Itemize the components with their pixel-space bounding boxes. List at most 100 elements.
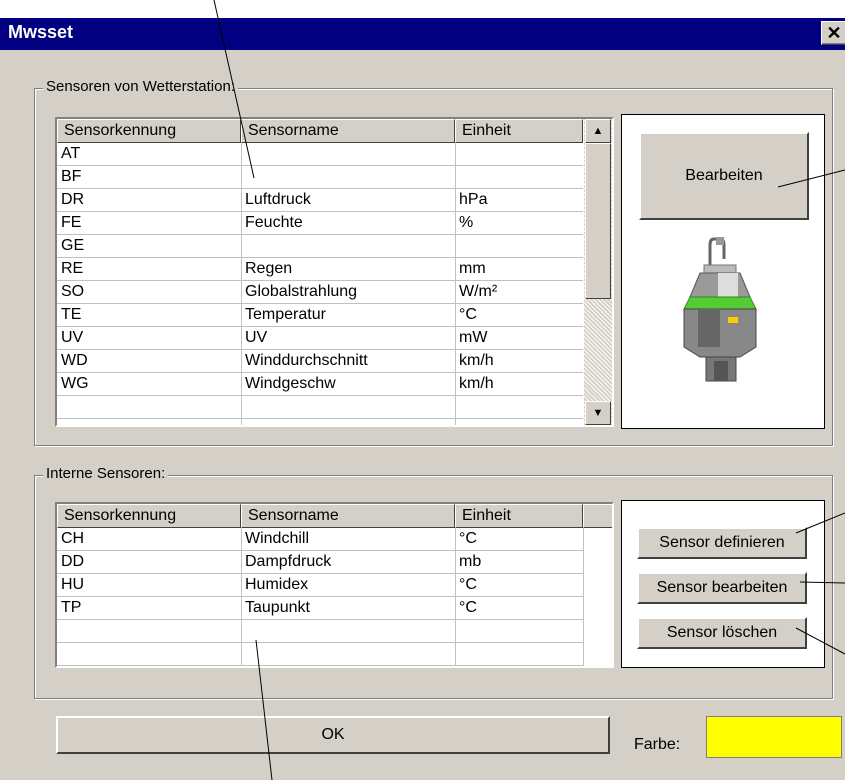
sensor-id-cell: TE [61, 306, 82, 323]
sensor-bearbeiten-label: Sensor bearbeiten [656, 579, 788, 596]
column-header-sensorkennung[interactable]: Sensorkennung [57, 119, 241, 143]
sensor-name-cell [241, 145, 455, 163]
color-swatch[interactable] [706, 716, 842, 758]
close-icon: ✕ [826, 23, 842, 43]
table-row[interactable]: AT [57, 143, 583, 163]
unit-cell: hPa [459, 191, 488, 208]
unit-cell: mm [459, 260, 486, 277]
unit-cell: km/h [459, 352, 494, 369]
scroll-up-icon: ▲ [592, 125, 604, 137]
table-row[interactable]: TE Temperatur °C [57, 304, 583, 323]
sensor-name-cell [241, 168, 455, 186]
sensor-name-cell [241, 398, 455, 416]
sensor-name-cell: Taupunkt [245, 599, 310, 616]
unit-cell [455, 145, 583, 163]
column-header-sensorname[interactable]: Sensorname [241, 119, 455, 143]
unit-cell: % [459, 214, 474, 231]
unit-cell [455, 168, 583, 186]
table-row [57, 620, 583, 638]
unit-cell: km/h [459, 375, 494, 392]
window-title: Mwsset [8, 22, 74, 42]
sensor-name-cell: Windchill [245, 530, 310, 547]
table-row[interactable]: DD Dampfdruck mb [57, 551, 583, 570]
sensor-id-cell: DD [61, 553, 85, 570]
table-row[interactable]: FE Feuchte% [57, 212, 583, 231]
sensor-id-cell: WD [61, 352, 88, 369]
weather-sensors-list[interactable]: Sensorkennung Sensorname Einheit AT BF DR L… [55, 117, 614, 427]
column-header-einheit[interactable]: Einheit [455, 119, 583, 143]
ok-button[interactable]: OK [56, 716, 610, 754]
ok-button-label: OK [321, 726, 345, 743]
unit-cell [455, 398, 583, 416]
table-row [57, 643, 583, 661]
unit-cell: mW [459, 329, 488, 346]
sensor-id-cell: BF [61, 168, 82, 185]
table-row[interactable]: SO Globalstrahlung W/m² [57, 281, 583, 300]
scroll-thumb[interactable] [585, 143, 611, 299]
sensor-loeschen-label: Sensor löschen [666, 624, 778, 641]
weather-sensor-panel: Bearbeiten [621, 114, 825, 429]
scroll-down-button[interactable]: ▼ [585, 401, 611, 425]
table-row[interactable]: TP Taupunkt °C [57, 597, 583, 616]
unit-cell [455, 622, 583, 640]
sensor-name-cell: Feuchte [245, 214, 303, 231]
column-header-sensorname-internal[interactable]: Sensorname [241, 504, 455, 528]
internal-sensors-group-label: Interne Sensoren: [43, 465, 169, 482]
unit-cell: W/m² [459, 283, 498, 300]
sensor-id-cell: DR [61, 191, 85, 208]
unit-cell: °C [459, 576, 477, 593]
title-bar: Mwsset ✕ [0, 18, 845, 50]
table-row[interactable]: BF [57, 166, 583, 186]
sensor-id-cell: UV [61, 329, 84, 346]
sensor-id-cell: GE [61, 237, 85, 254]
sensor-id-cell: SO [61, 283, 85, 300]
unit-cell: mb [459, 553, 482, 570]
column-header-einheit-internal[interactable]: Einheit [455, 504, 583, 528]
scroll-up-button[interactable]: ▲ [585, 119, 611, 143]
unit-cell: °C [459, 306, 477, 323]
unit-cell [455, 237, 583, 255]
sensor-loeschen-button[interactable]: Sensor löschen [637, 617, 807, 649]
table-row[interactable]: HU Humidex °C [57, 574, 583, 593]
mwsset-dialog: Mwsset ✕ Sensoren von Wetterstation: Sen… [0, 18, 845, 780]
bearbeiten-button[interactable]: Bearbeiten [639, 132, 809, 220]
weather-list-scrollbar[interactable]: ▲ ▼ [584, 119, 612, 425]
close-button[interactable]: ✕ [821, 21, 845, 45]
sensor-name-cell: Windgeschw [245, 375, 336, 392]
sensor-bearbeiten-button[interactable]: Sensor bearbeiten [637, 572, 807, 604]
column-header-sensorkennung-internal[interactable]: Sensorkennung [57, 504, 241, 528]
sensor-id-cell: FE [61, 214, 82, 231]
sensor-id-cell [57, 645, 241, 663]
sensor-id-cell [57, 622, 241, 640]
scroll-down-icon: ▼ [592, 407, 604, 419]
table-row[interactable]: WD Winddurchschnitt km/h [57, 350, 583, 369]
sensor-name-cell: Luftdruck [245, 191, 311, 208]
sensor-name-cell: UV [245, 329, 268, 346]
table-row[interactable]: DR Luftdruck hPa [57, 189, 583, 208]
table-row[interactable]: RE Regen mm [57, 258, 583, 277]
sensor-id-cell: WG [61, 375, 89, 392]
sensor-name-cell: Dampfdruck [245, 553, 332, 570]
sensor-id-cell: AT [61, 145, 81, 162]
weather-sensors-group-label: Sensoren von Wetterstation: [43, 78, 238, 95]
sensor-id-cell: TP [61, 599, 82, 616]
column-header-empty [583, 504, 612, 528]
sensor-name-cell: Regen [245, 260, 293, 277]
sensor-name-cell: Winddurchschnitt [245, 352, 368, 369]
table-row[interactable]: GE [57, 235, 583, 255]
table-row[interactable]: WG Windgeschw km/h [57, 373, 583, 392]
sensor-definieren-button[interactable]: Sensor definieren [637, 527, 807, 559]
sensor-name-cell: Humidex [245, 576, 309, 593]
table-row[interactable]: CH Windchill °C [57, 528, 583, 547]
sensor-id-cell: CH [61, 530, 85, 547]
table-row[interactable]: UV UV mW [57, 327, 583, 346]
internal-sensors-list[interactable]: Sensorkennung Sensorname Einheit CH Windc… [55, 502, 614, 668]
sensor-id-cell: RE [61, 260, 84, 277]
sensor-name-cell [241, 622, 455, 640]
unit-cell [455, 645, 583, 663]
sensor-definieren-label: Sensor definieren [659, 534, 785, 551]
bearbeiten-button-label: Bearbeiten [685, 167, 763, 184]
internal-sensor-panel: Sensor definieren Sensor bearbeiten Sens… [621, 500, 825, 668]
unit-cell: °C [459, 599, 477, 616]
sensor-name-cell: Temperatur [245, 306, 326, 323]
